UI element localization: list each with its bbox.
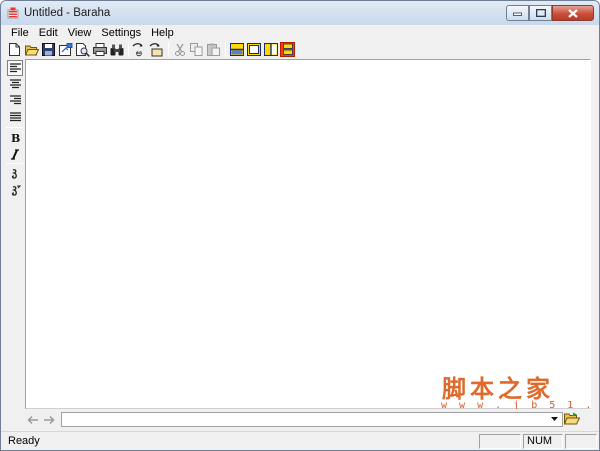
new-icon[interactable] xyxy=(7,42,22,57)
status-pane-blank xyxy=(479,434,521,449)
menu-bar: File Edit View Settings Help xyxy=(1,25,599,40)
svg-text:ಅ: ಅ xyxy=(136,49,142,57)
minimize-button[interactable] xyxy=(506,5,529,21)
print-icon[interactable] xyxy=(92,42,107,57)
watermark-logo: 脚本之家 xyxy=(442,374,554,403)
align-left-icon[interactable] xyxy=(7,60,23,76)
title-bar[interactable]: Untitled - Baraha xyxy=(1,1,599,26)
toolbar-separator xyxy=(128,42,129,57)
maximize-icon xyxy=(535,9,546,17)
toolbar-separator xyxy=(168,42,169,57)
convert-options-icon[interactable] xyxy=(149,42,164,57)
justify-icon[interactable] xyxy=(8,110,22,124)
minimize-icon xyxy=(513,10,522,16)
maximize-button[interactable] xyxy=(529,5,552,21)
script-glyph-alt-icon[interactable] xyxy=(8,184,22,198)
document-editor[interactable] xyxy=(25,59,591,409)
copy-icon[interactable] xyxy=(189,42,204,57)
window-title: Untitled - Baraha xyxy=(24,7,111,19)
menu-edit[interactable]: Edit xyxy=(34,26,63,40)
status-pane-blank xyxy=(565,434,597,449)
align-right-icon[interactable] xyxy=(8,93,22,107)
toolbar-separator xyxy=(225,42,226,57)
export-icon[interactable] xyxy=(58,42,73,57)
print-preview-icon[interactable] xyxy=(75,42,90,57)
open-icon[interactable] xyxy=(24,42,39,57)
layout-vertical-icon[interactable] xyxy=(263,42,278,57)
input-bar xyxy=(1,409,599,431)
bold-icon[interactable]: B xyxy=(8,130,22,144)
status-bar: Ready NUM xyxy=(1,431,599,450)
status-text: Ready xyxy=(8,435,40,447)
cut-icon[interactable] xyxy=(172,42,187,57)
close-button[interactable] xyxy=(552,5,594,21)
menu-view[interactable]: View xyxy=(63,26,97,40)
paste-icon[interactable] xyxy=(206,42,221,57)
forward-arrow-icon[interactable] xyxy=(43,414,55,426)
format-toolbar: B xyxy=(1,59,25,409)
svg-text:B: B xyxy=(11,132,20,143)
align-center-icon[interactable] xyxy=(8,77,22,91)
save-icon[interactable] xyxy=(41,42,56,57)
main-toolbar: ಅ xyxy=(1,40,599,59)
convert-icon[interactable]: ಅ xyxy=(132,42,147,57)
editor-right-border xyxy=(591,59,599,409)
close-icon xyxy=(568,8,578,18)
folder-open-icon[interactable] xyxy=(564,412,580,427)
app-window: Untitled - Baraha File Edit View Setting… xyxy=(0,0,600,451)
toolbar-separator xyxy=(6,127,23,128)
back-arrow-icon[interactable] xyxy=(27,414,39,426)
num-lock-indicator: NUM xyxy=(523,434,563,449)
italic-icon[interactable] xyxy=(8,147,22,161)
menu-file[interactable]: File xyxy=(1,26,34,40)
find-icon[interactable] xyxy=(109,42,124,57)
script-glyph-icon[interactable] xyxy=(8,167,22,181)
layout-stacked-icon[interactable] xyxy=(280,42,295,57)
toolbar-separator xyxy=(6,163,23,164)
chevron-down-icon[interactable] xyxy=(550,416,559,422)
baraha-app-icon[interactable] xyxy=(7,7,19,19)
menu-help[interactable]: Help xyxy=(146,26,179,40)
input-combobox[interactable] xyxy=(61,412,563,427)
menu-settings[interactable]: Settings xyxy=(96,26,146,40)
layout-single-icon[interactable] xyxy=(246,42,261,57)
layout-horizontal-icon[interactable] xyxy=(229,42,244,57)
